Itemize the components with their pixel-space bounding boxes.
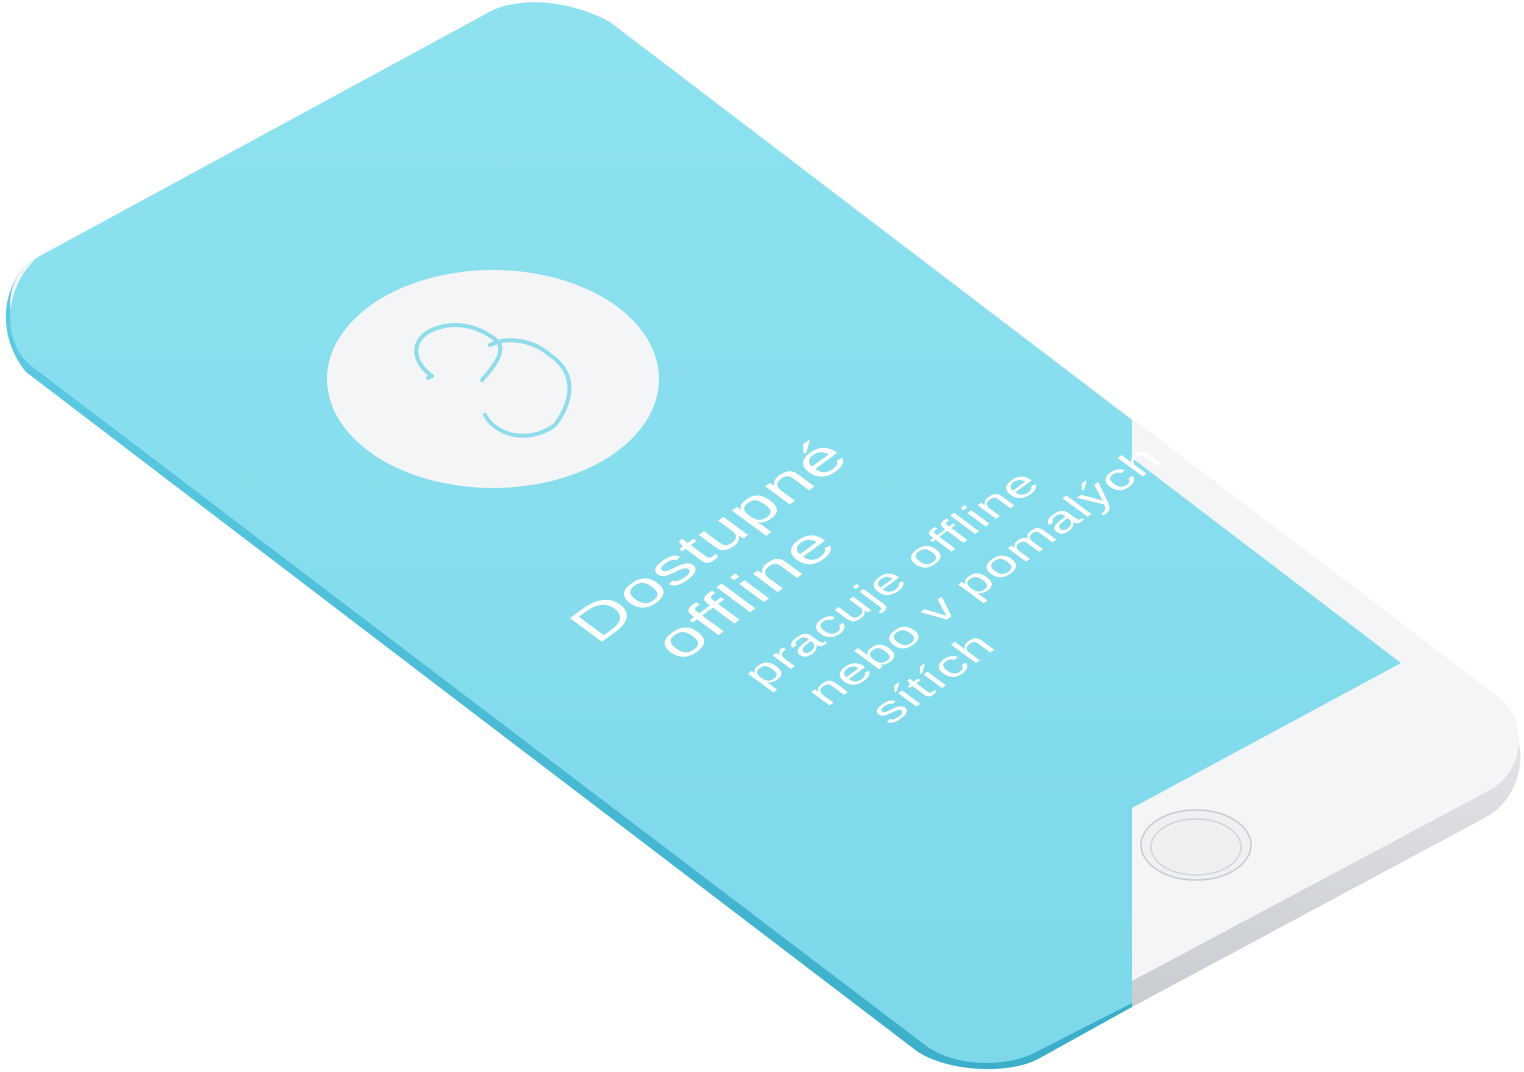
phone-device: [5, 2, 1521, 1070]
phone-mockup-stage: Dostupné offline pracuje offline nebo v …: [0, 0, 1524, 1072]
home-button[interactable]: [1140, 809, 1252, 881]
offline-feature-badge: [327, 270, 659, 488]
